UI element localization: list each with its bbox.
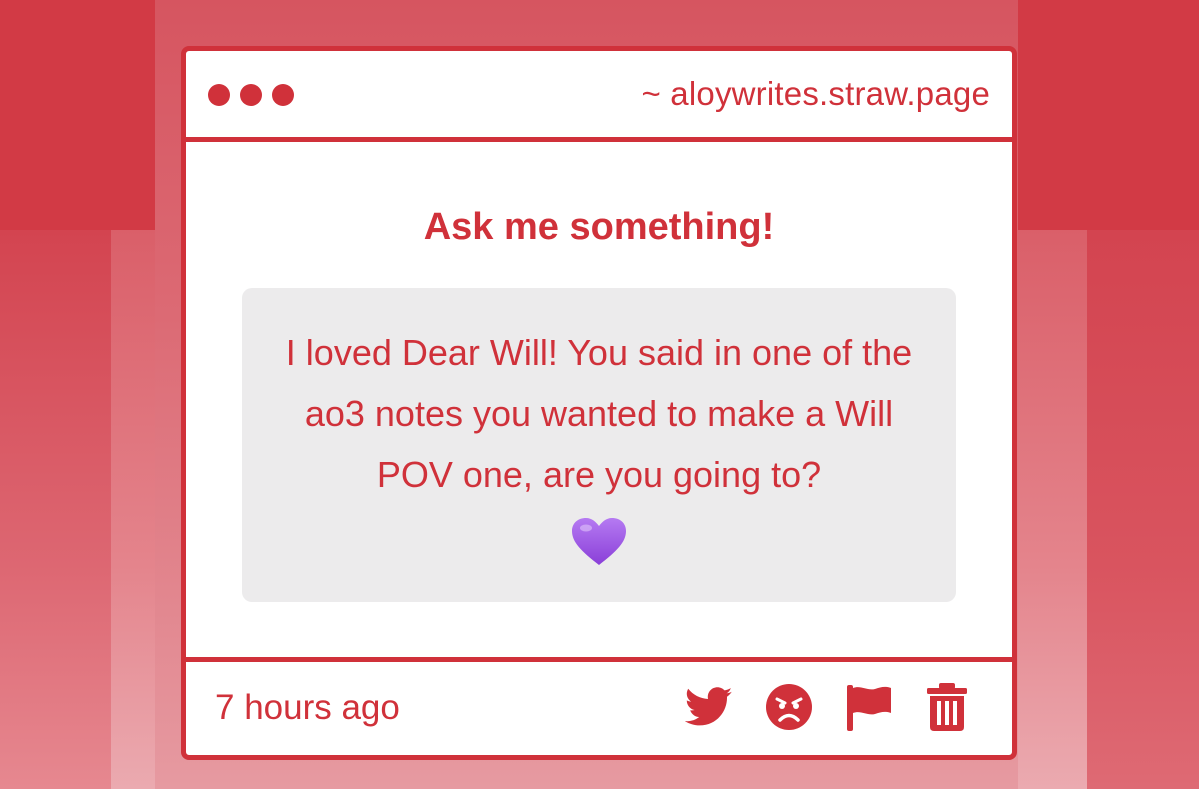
twitter-icon [685,687,733,726]
window-dots [208,84,294,106]
page-title: Ask me something! [423,206,775,248]
share-twitter-button[interactable] [684,682,734,732]
ask-card: ~ aloywrites.straw.page Ask me something… [181,46,1017,760]
flag-icon [847,685,891,731]
background-right-mid [1018,230,1087,789]
card-footer: 7 hours ago [186,657,1012,755]
question-box: I loved Dear Will! You said in one of th… [242,288,956,602]
trash-icon [927,683,967,731]
background-right-step [1087,230,1199,789]
question-text: I loved Dear Will! You said in one of th… [285,332,913,495]
window-dot [240,84,262,106]
angry-face-icon [766,684,812,730]
window-dot [208,84,230,106]
timestamp: 7 hours ago [215,688,400,727]
react-angry-button[interactable] [764,682,814,732]
window-titlebar: ~ aloywrites.straw.page [186,51,1012,142]
report-flag-button[interactable] [844,682,894,732]
background-left-step [0,230,111,789]
purple-heart-emoji [572,518,626,565]
delete-button[interactable] [922,682,972,732]
page-url[interactable]: ~ aloywrites.straw.page [641,75,990,113]
background-left-mid [111,230,155,789]
window-dot [272,84,294,106]
